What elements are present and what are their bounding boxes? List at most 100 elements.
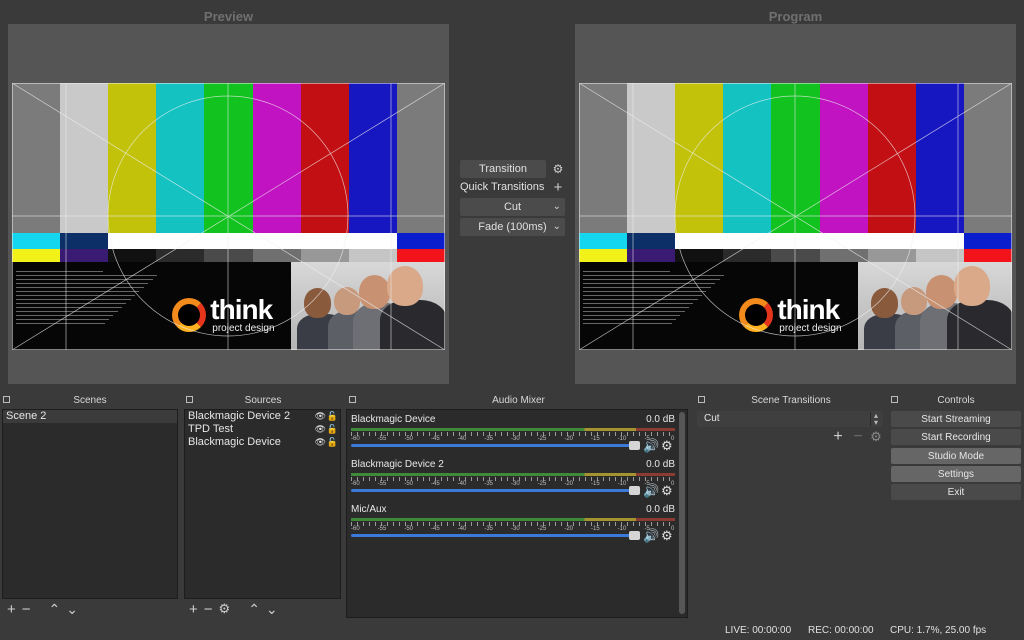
meter-tick-label: -45 bbox=[431, 526, 440, 532]
visibility-eye-icon[interactable]: 👁 bbox=[315, 436, 326, 449]
sources-float-icon[interactable] bbox=[186, 396, 193, 403]
meter-tick-label: -25 bbox=[537, 481, 547, 487]
channel-gear-icon[interactable]: ⚙ bbox=[661, 483, 673, 499]
meter-tick-label: -60 bbox=[351, 526, 360, 532]
scene-transition-selected: Cut bbox=[704, 413, 720, 424]
meter-tick-label: -30 bbox=[511, 526, 520, 532]
quick-fade-button[interactable]: Fade (100ms) ⌄ bbox=[460, 218, 565, 236]
volume-fader[interactable] bbox=[351, 534, 633, 537]
meter-tick-label: -25 bbox=[537, 526, 547, 532]
meter-tick-label: -15 bbox=[591, 481, 600, 487]
mute-speaker-icon[interactable]: 🔊 bbox=[643, 483, 659, 499]
exit-button[interactable]: Exit bbox=[891, 484, 1021, 500]
transition-properties-gear-icon[interactable]: ⚙ bbox=[869, 429, 883, 445]
visibility-eye-icon[interactable]: 👁 bbox=[315, 410, 326, 423]
meter-tick-label: -45 bbox=[431, 481, 440, 487]
volume-fader-handle[interactable] bbox=[629, 441, 640, 450]
unlock-icon[interactable]: 🔓 bbox=[327, 410, 338, 423]
meter-tick-label: -50 bbox=[404, 481, 413, 487]
scene-transitions-float-icon[interactable] bbox=[698, 396, 705, 403]
mixer-channel: Blackmagic Device 0.0 dB -60 -55 -50 -45 -40… bbox=[351, 414, 675, 458]
safe-area-overlay bbox=[579, 83, 1012, 350]
meter-tick-label: -20 bbox=[564, 436, 573, 442]
mixer-dock-title: Audio Mixer bbox=[346, 394, 691, 408]
meter-tick-label: -60 bbox=[351, 436, 360, 442]
sources-toolbar: + − ⚙ ⌃ ⌄ bbox=[184, 600, 341, 618]
add-scene-plus-icon[interactable]: + bbox=[7, 601, 16, 618]
channel-gear-icon[interactable]: ⚙ bbox=[661, 438, 673, 454]
quick-cut-button[interactable]: Cut ⌄ bbox=[460, 198, 565, 216]
audio-mixer: Blackmagic Device 0.0 dB -60 -55 -50 -45 -40… bbox=[346, 409, 688, 618]
meter-tick-label: -25 bbox=[537, 436, 547, 442]
add-transition-plus-icon[interactable]: + bbox=[831, 428, 845, 446]
meter-tick-label: -55 bbox=[377, 436, 387, 442]
scenes-dock-title: Scenes bbox=[0, 394, 180, 408]
program-canvas: think project design bbox=[575, 24, 1016, 384]
scene-item[interactable]: Scene 2 bbox=[3, 410, 177, 423]
remove-scene-minus-icon[interactable]: − bbox=[22, 601, 31, 618]
remove-source-minus-icon[interactable]: − bbox=[204, 601, 213, 618]
mute-speaker-icon[interactable]: 🔊 bbox=[643, 528, 659, 544]
sources-list[interactable]: Blackmagic Device 2 👁 🔓 TPD Test 👁 🔓 Blackma… bbox=[184, 409, 341, 599]
source-item[interactable]: TPD Test 👁 🔓 bbox=[185, 423, 340, 436]
unlock-icon[interactable]: 🔓 bbox=[327, 436, 338, 449]
visibility-eye-icon[interactable]: 👁 bbox=[315, 423, 326, 436]
channel-name: Mic/Aux bbox=[351, 504, 387, 515]
meter-tick-label: -40 bbox=[457, 526, 467, 532]
meter-tick-label: -45 bbox=[431, 436, 440, 442]
transition-button[interactable]: Transition bbox=[460, 160, 546, 178]
meter-tick-label: -50 bbox=[404, 526, 413, 532]
settings-button[interactable]: Settings bbox=[891, 466, 1021, 482]
studio-mode-button[interactable]: Studio Mode bbox=[891, 448, 1021, 464]
sources-dock-title: Sources bbox=[183, 394, 343, 408]
add-quick-transition-plus-icon[interactable]: + bbox=[551, 179, 565, 196]
start-streaming-button[interactable]: Start Streaming bbox=[891, 411, 1021, 427]
meter-tick-label: -30 bbox=[511, 481, 520, 487]
scenes-list[interactable]: Scene 2 bbox=[2, 409, 178, 599]
channel-name: Blackmagic Device 2 bbox=[351, 459, 444, 470]
mixer-scrollbar[interactable] bbox=[679, 412, 685, 614]
source-properties-gear-icon[interactable]: ⚙ bbox=[219, 601, 231, 617]
meter-tick-label: -35 bbox=[484, 436, 493, 442]
meter-tick-label: -40 bbox=[457, 436, 467, 442]
source-item[interactable]: Blackmagic Device 2 👁 🔓 bbox=[185, 410, 340, 423]
volume-fader-handle[interactable] bbox=[629, 531, 640, 540]
add-source-plus-icon[interactable]: + bbox=[189, 601, 198, 618]
remove-transition-minus-icon[interactable]: − bbox=[851, 428, 865, 446]
channel-name: Blackmagic Device bbox=[351, 414, 436, 425]
source-item[interactable]: Blackmagic Device 👁 🔓 bbox=[185, 436, 340, 449]
controls-dock-title: Controls bbox=[888, 394, 1024, 408]
meter-tick-label: -10 bbox=[617, 436, 627, 442]
transition-gear-icon[interactable]: ⚙ bbox=[551, 160, 565, 178]
start-recording-button[interactable]: Start Recording bbox=[891, 429, 1021, 445]
volume-fader[interactable] bbox=[351, 444, 633, 447]
quick-fade-chevron-down-icon[interactable]: ⌄ bbox=[553, 221, 561, 232]
preview-canvas[interactable]: think project design bbox=[8, 24, 449, 384]
channel-gear-icon[interactable]: ⚙ bbox=[661, 528, 673, 544]
mixer-channel: Blackmagic Device 2 0.0 dB -60 -55 -50 -45 -… bbox=[351, 459, 675, 503]
source-move-down-icon[interactable]: ⌄ bbox=[266, 601, 278, 618]
rec-status: REC: 00:00:00 bbox=[808, 625, 874, 636]
mixer-float-icon[interactable] bbox=[349, 396, 356, 403]
meter-tick-label: -10 bbox=[617, 481, 627, 487]
meter-tick-label: -35 bbox=[484, 526, 493, 532]
volume-fader[interactable] bbox=[351, 489, 633, 492]
controls-float-icon[interactable] bbox=[891, 396, 898, 403]
meter-tick-label: -20 bbox=[564, 526, 573, 532]
meter-tick-label: -55 bbox=[377, 481, 387, 487]
source-move-up-icon[interactable]: ⌃ bbox=[248, 601, 260, 618]
preview-test-card: think project design bbox=[12, 83, 445, 350]
scene-move-down-icon[interactable]: ⌄ bbox=[66, 601, 78, 618]
quick-cut-chevron-down-icon[interactable]: ⌄ bbox=[553, 201, 561, 212]
volume-fader-handle[interactable] bbox=[629, 486, 640, 495]
mute-speaker-icon[interactable]: 🔊 bbox=[643, 438, 659, 454]
program-title: Program bbox=[768, 9, 823, 24]
safe-area-overlay bbox=[12, 83, 445, 350]
quick-cut-label: Cut bbox=[503, 201, 522, 213]
meter-tick-label: -15 bbox=[591, 436, 600, 442]
select-stepper-icon[interactable]: ▴ ▾ bbox=[870, 412, 881, 427]
scene-move-up-icon[interactable]: ⌃ bbox=[49, 601, 61, 618]
scene-transition-select[interactable]: Cut ▴ ▾ bbox=[697, 411, 883, 427]
scenes-float-icon[interactable] bbox=[3, 396, 10, 403]
unlock-icon[interactable]: 🔓 bbox=[327, 423, 338, 436]
